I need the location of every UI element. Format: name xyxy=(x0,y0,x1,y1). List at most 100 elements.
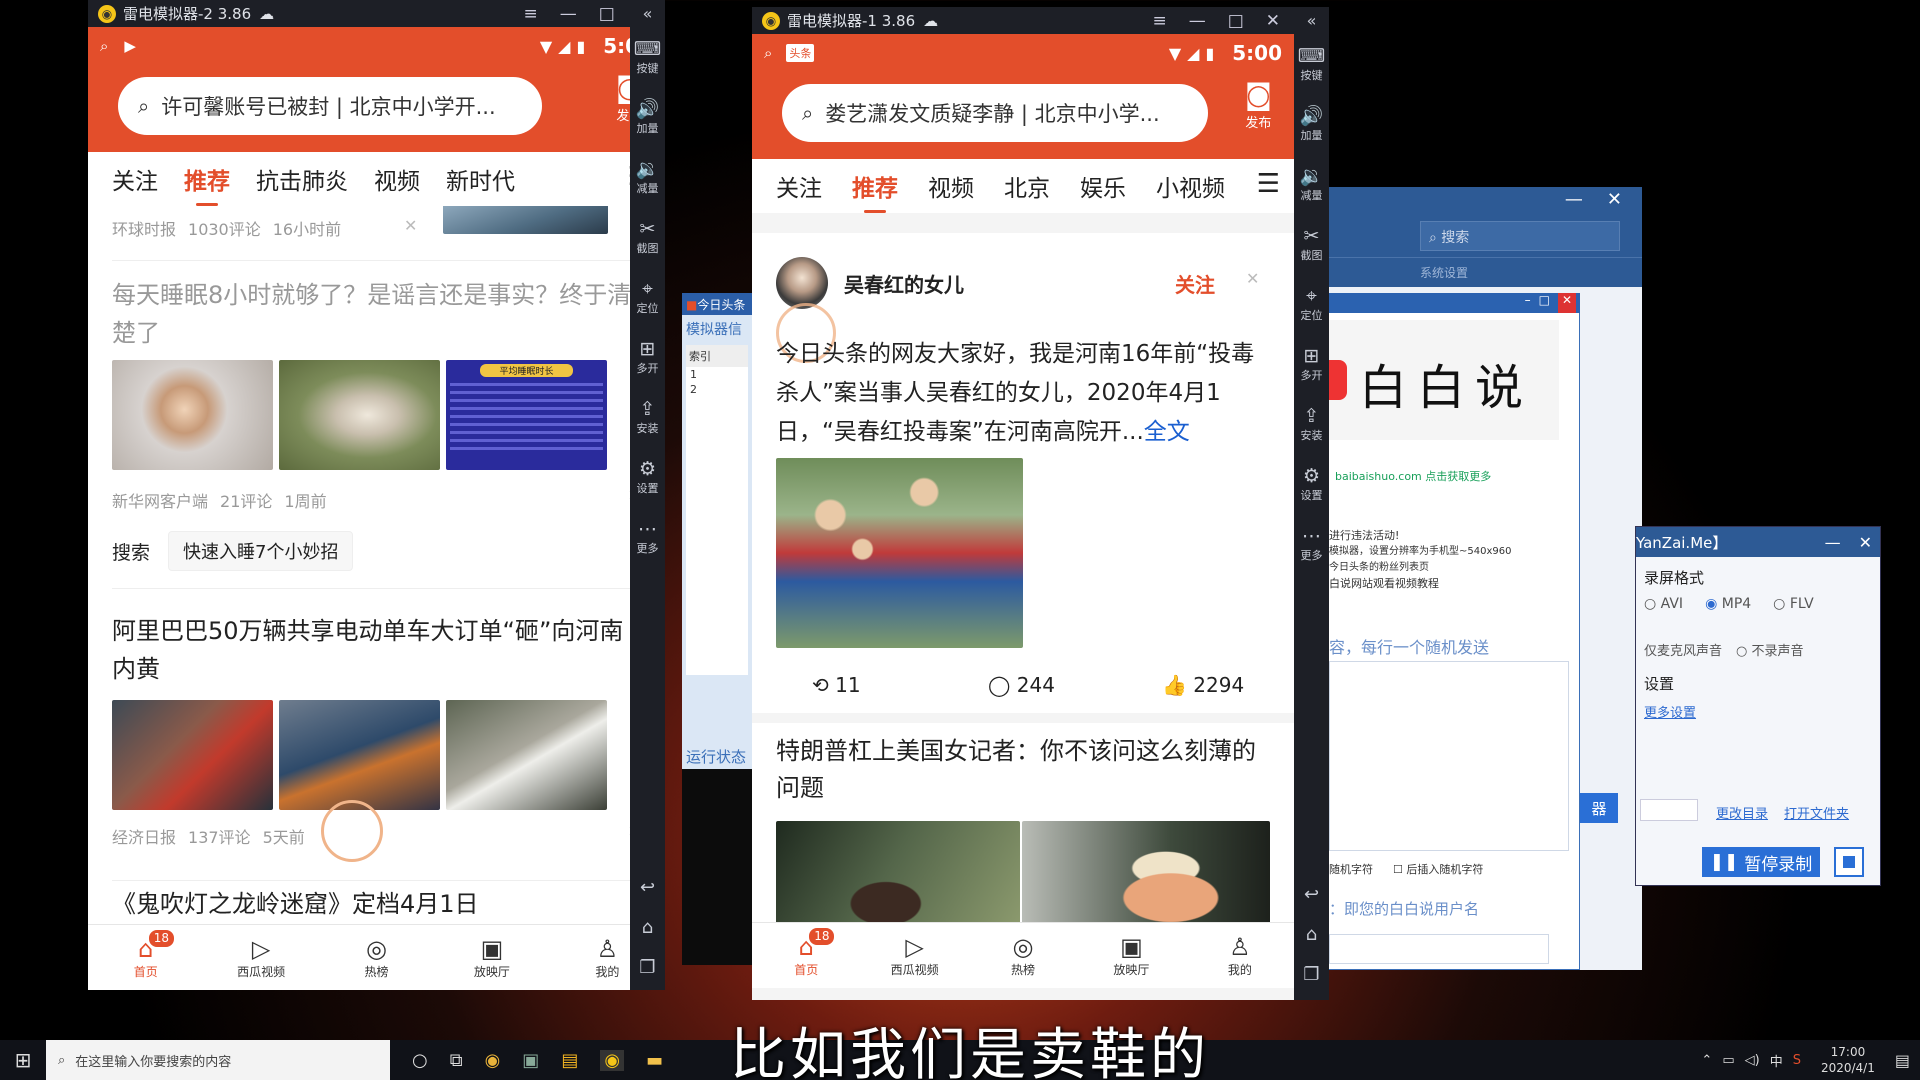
post-author[interactable]: 吴春红的女儿 xyxy=(844,269,964,298)
app-icon[interactable]: ▣ xyxy=(522,1050,539,1071)
tab-video[interactable]: 视频 xyxy=(374,162,420,196)
nav-theater[interactable]: ▣ 放映厅 xyxy=(434,925,549,990)
dislike-close-icon[interactable]: ✕ xyxy=(404,216,417,235)
minimize-icon[interactable]: — xyxy=(1825,533,1841,552)
toolbar-location[interactable]: ⌖ 定位 xyxy=(630,267,665,327)
post-card[interactable]: 吴春红的女儿 关注 ✕ 今日头条的网友大家好，我是河南16年前“投毒杀人”案当事… xyxy=(752,233,1294,713)
search-bar[interactable]: ⌕ 娄艺潇发文质疑李静 | 北京中小学... xyxy=(782,84,1208,142)
nav-hot[interactable]: ◎ 热榜 xyxy=(969,923,1077,988)
avatar[interactable] xyxy=(776,257,828,309)
menu-icon[interactable]: ≡ xyxy=(523,4,537,24)
taskbar-search-box[interactable]: ⌕ 在这里输入你要搜索的内容 xyxy=(46,1040,390,1080)
maximize-icon[interactable]: □ xyxy=(599,4,615,24)
file-explorer-icon[interactable]: ▬ xyxy=(646,1050,663,1071)
tab-new-era[interactable]: 新时代 xyxy=(446,162,515,196)
toolbar-install[interactable]: ⇪ 安装 xyxy=(630,387,665,447)
nav-hot[interactable]: ◎ 热榜 xyxy=(319,925,434,990)
nav-xigua[interactable]: ▷ 西瓜视频 xyxy=(203,925,318,990)
toolbar-install[interactable]: ⇪ 安装 xyxy=(1294,394,1329,454)
maximize-icon[interactable]: □ xyxy=(1539,293,1550,313)
open-folder-link[interactable]: 打开文件夹 xyxy=(1784,803,1849,822)
channel-menu-icon[interactable]: ☰ xyxy=(1256,169,1280,199)
chrome-icon[interactable]: ◉ xyxy=(485,1050,501,1071)
toolbar-keymap[interactable]: ⌨ 按键 xyxy=(630,27,665,87)
tab-covid[interactable]: 抗击肺炎 xyxy=(256,162,348,196)
random-char-checkbox[interactable]: 随机字符 xyxy=(1329,861,1373,877)
tab-recommend[interactable]: 推荐 xyxy=(852,169,898,213)
tab-follow[interactable]: 关注 xyxy=(112,162,158,196)
toolbar-multi[interactable]: ⊞ 多开 xyxy=(630,327,665,387)
notification-icon[interactable]: ▤ xyxy=(1895,1051,1910,1070)
toolbar-settings[interactable]: ⚙ 设置 xyxy=(1294,454,1329,514)
toolbar-volume-up[interactable]: 🔊 加量 xyxy=(630,87,665,147)
mic-only-option[interactable]: 仅麦克风声音 xyxy=(1644,640,1722,659)
back-icon[interactable]: ↩ xyxy=(1294,875,1329,915)
output-dir-input[interactable] xyxy=(1640,799,1698,821)
toolbar-location[interactable]: ⌖ 定位 xyxy=(1294,274,1329,334)
network-icon[interactable]: ▭ xyxy=(1722,1053,1734,1068)
toolbar-screenshot[interactable]: ✂ 截图 xyxy=(1294,214,1329,274)
ime-indicator[interactable]: 中 xyxy=(1770,1051,1783,1070)
follow-button[interactable]: 关注 xyxy=(1175,269,1215,298)
no-audio-radio[interactable]: ○ 不录声音 xyxy=(1736,640,1804,659)
suggestion-chip[interactable]: 快速入睡7个小妙招 xyxy=(168,531,354,571)
baibai-username-input[interactable] xyxy=(1329,934,1549,964)
baibai-url-link[interactable]: baibaishuo.com 点击获取更多 xyxy=(1335,468,1491,484)
toolbar-screenshot[interactable]: ✂ 截图 xyxy=(630,207,665,267)
close-icon[interactable]: ✕ xyxy=(1557,293,1576,313)
ldplayer-taskbar-icon[interactable]: ◉ xyxy=(600,1049,625,1071)
nav-me[interactable]: ♙ 我的 xyxy=(1186,923,1294,988)
tab-follow[interactable]: 关注 xyxy=(776,169,822,203)
toolbar-more[interactable]: ⋯ 更多 xyxy=(1294,514,1329,574)
tab-entertainment[interactable]: 娱乐 xyxy=(1080,169,1126,203)
baibai-content-textarea[interactable] xyxy=(1329,661,1569,851)
back-icon[interactable]: ↩ xyxy=(630,868,665,908)
nav-home[interactable]: ⌂ 首页 18 xyxy=(88,925,203,990)
menu-icon[interactable]: ≡ xyxy=(1152,11,1166,31)
cortana-icon[interactable]: ○ xyxy=(412,1050,428,1071)
minimize-icon[interactable]: — xyxy=(1565,189,1583,215)
home-icon[interactable]: ⌂ xyxy=(630,908,665,948)
repost-button[interactable]: ⟲ 11 xyxy=(812,673,861,697)
app-icon[interactable]: ▤ xyxy=(561,1050,578,1071)
nav-theater[interactable]: ▣ 放映厅 xyxy=(1077,923,1185,988)
recent-apps-icon[interactable]: ❐ xyxy=(630,948,665,988)
minimize-icon[interactable]: — xyxy=(1189,11,1206,31)
clock[interactable]: 17:00 2020/4/1 xyxy=(1821,1044,1875,1076)
list-item[interactable]: 阿里巴巴50万辆共享电动单车大订单“砸”向河南内黄 经济日报 137评论 5天前… xyxy=(88,612,665,862)
toolbar-more[interactable]: ⋯ 更多 xyxy=(630,507,665,567)
toolbar-volume-down[interactable]: 🔉 减量 xyxy=(630,147,665,207)
volume-icon[interactable]: ◁) xyxy=(1745,1053,1760,1068)
close-icon[interactable]: ✕ xyxy=(1607,189,1622,215)
tab-beijing[interactable]: 北京 xyxy=(1004,169,1050,203)
list-item[interactable]: 每天睡眠8小时就够了？是谣言还是事实？终于清楚了 平均睡眠时长 新华网客户端 2… xyxy=(88,276,665,516)
collapse-icon[interactable]: « xyxy=(1294,7,1329,34)
more-settings-link[interactable]: 更多设置 xyxy=(1644,702,1880,721)
nav-xigua[interactable]: ▷ 西瓜视频 xyxy=(860,923,968,988)
start-button[interactable]: ⊞ xyxy=(0,1048,46,1072)
recent-apps-icon[interactable]: ❐ xyxy=(1294,955,1329,995)
change-dir-link[interactable]: 更改目录 xyxy=(1716,803,1768,822)
tab-short-video[interactable]: 小视频 xyxy=(1156,169,1225,203)
comment-button[interactable]: ◯ 244 xyxy=(988,673,1055,697)
sogou-icon[interactable]: S xyxy=(1793,1053,1801,1068)
pause-record-button[interactable]: ❚❚ 暂停录制 xyxy=(1702,847,1820,877)
toolbar-volume-down[interactable]: 🔉 减量 xyxy=(1294,154,1329,214)
close-icon[interactable]: ✕ xyxy=(1266,11,1280,31)
publish-button[interactable]: ◙发布 xyxy=(1245,78,1272,131)
tab-video[interactable]: 视频 xyxy=(928,169,974,203)
close-icon[interactable]: ✕ xyxy=(1859,533,1872,552)
recorder-side-button[interactable]: 器 xyxy=(1580,793,1618,823)
maximize-icon[interactable]: □ xyxy=(1228,11,1244,31)
baibai-search-input[interactable]: ⌕ 搜索 xyxy=(1420,221,1620,251)
toolbar-multi[interactable]: ⊞ 多开 xyxy=(1294,334,1329,394)
minimize-icon[interactable]: — xyxy=(560,4,577,24)
news-title[interactable]: 《鬼吹灯之龙岭迷窟》定档4月1日 xyxy=(112,884,479,919)
search-bar[interactable]: ⌕ 许可馨账号已被封 | 北京中小学开... xyxy=(118,77,542,135)
baibai-tab[interactable]: 系统设置 xyxy=(1420,264,1468,287)
nav-home[interactable]: ⌂ 首页 18 xyxy=(752,923,860,988)
minimize-icon[interactable]: – xyxy=(1525,293,1531,313)
toolbar-volume-up[interactable]: 🔊 加量 xyxy=(1294,94,1329,154)
toolbar-keymap[interactable]: ⌨ 按键 xyxy=(1294,34,1329,94)
tray-chevron-icon[interactable]: ⌃ xyxy=(1701,1053,1712,1068)
